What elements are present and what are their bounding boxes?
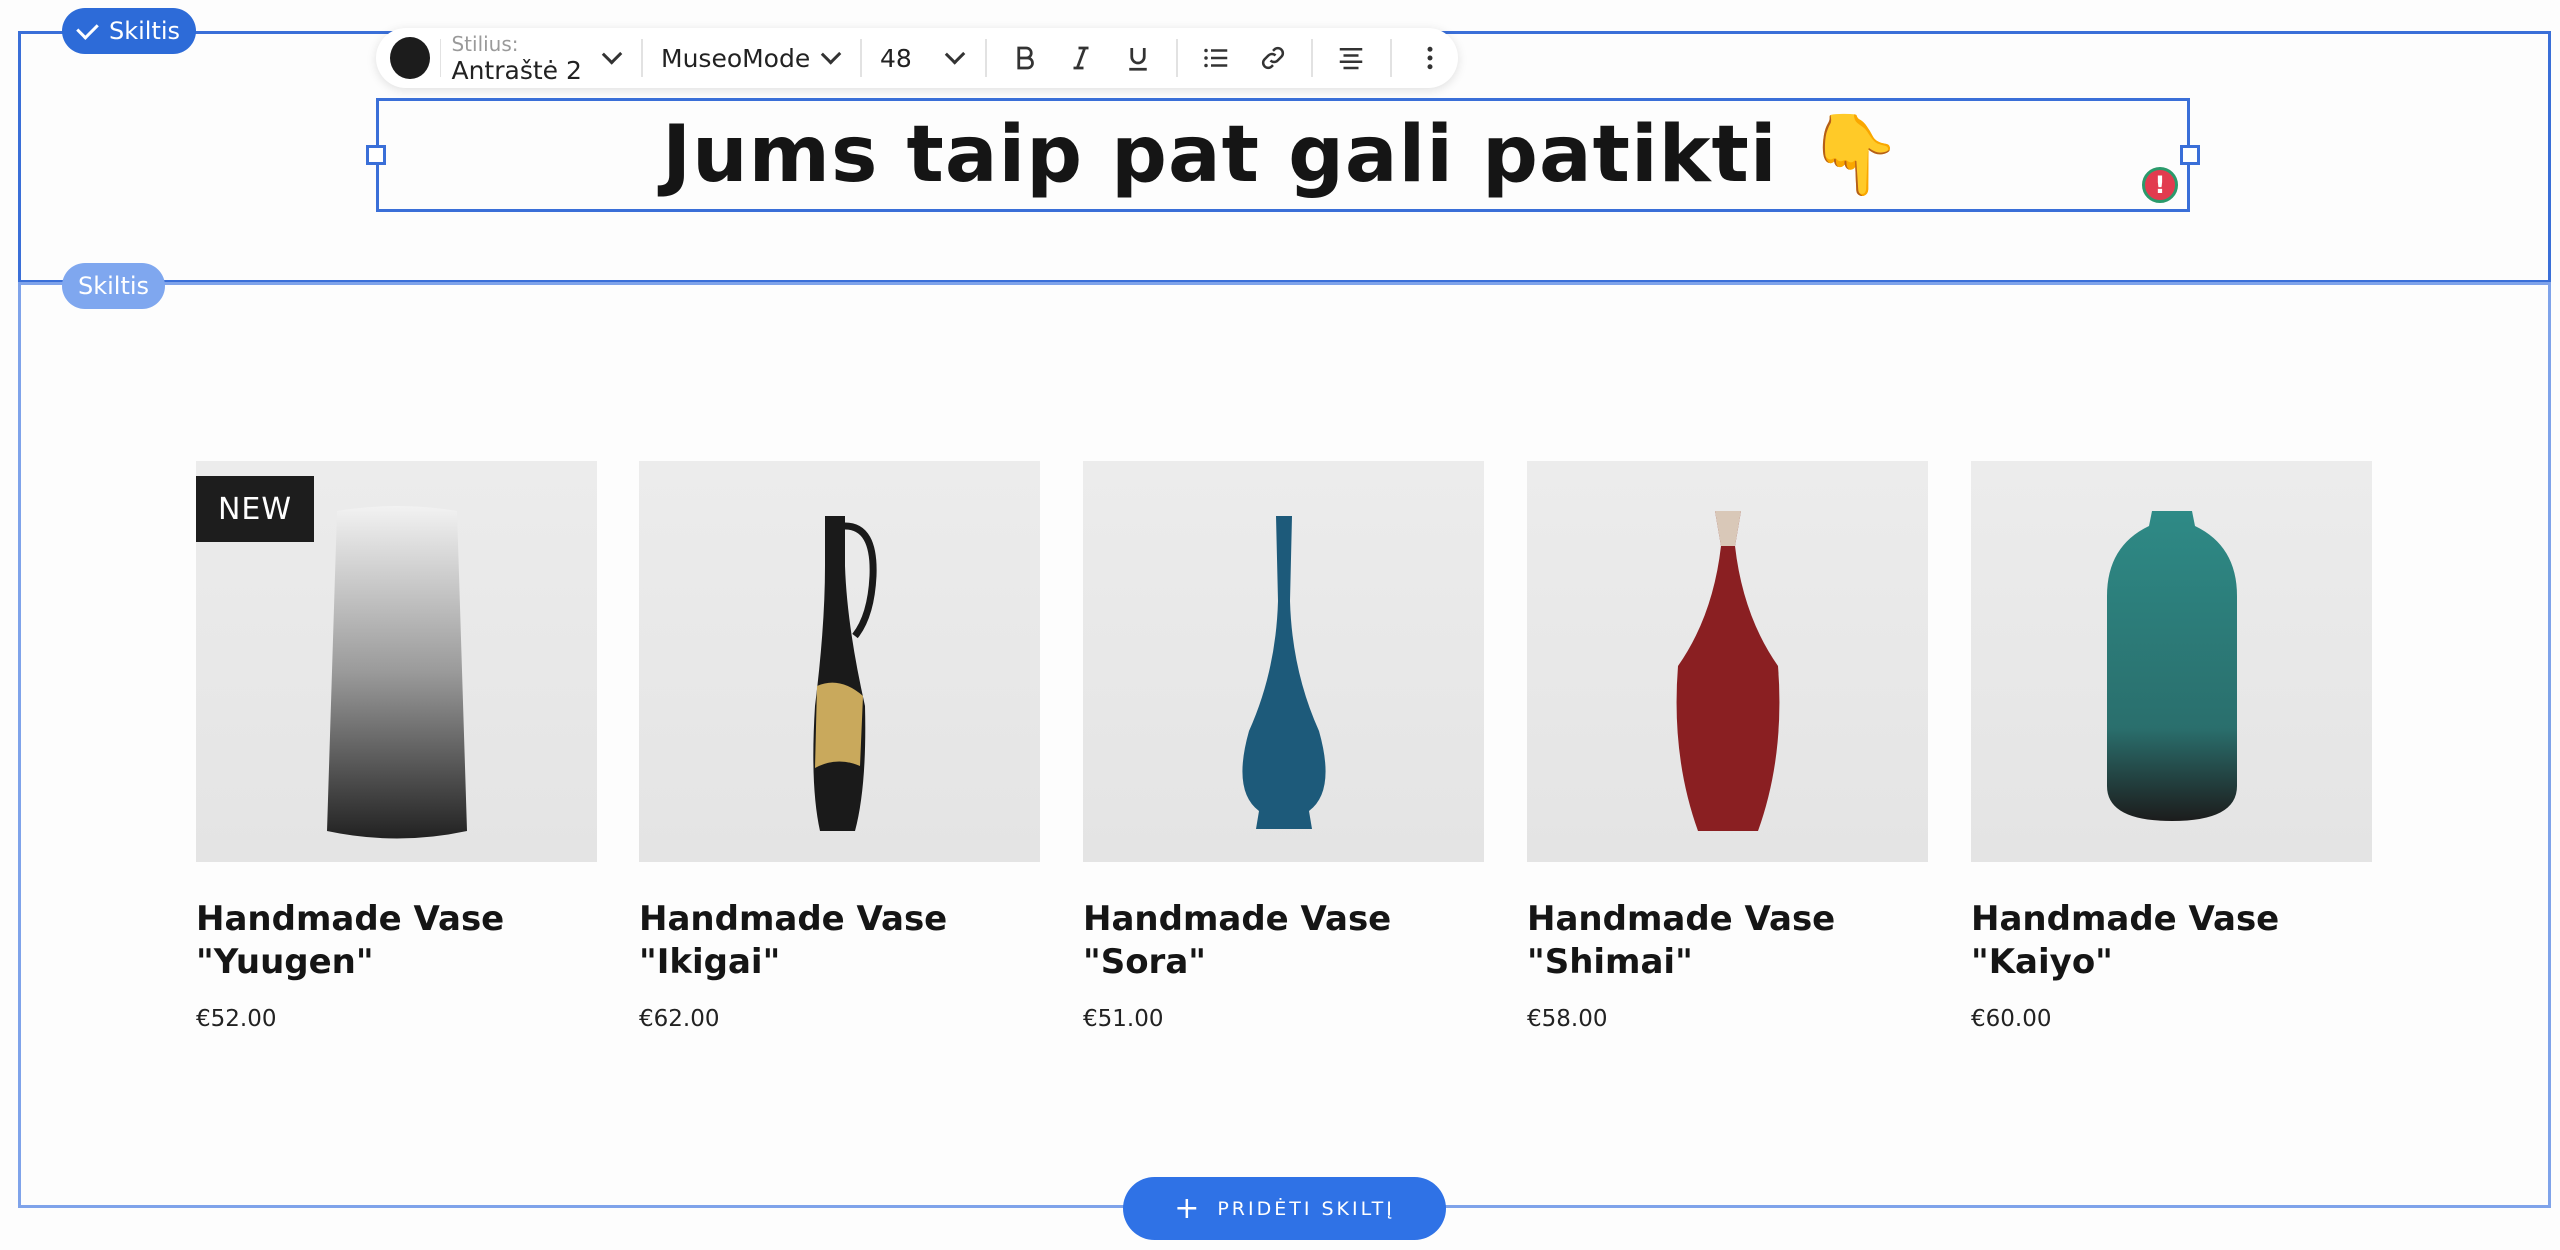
product-image[interactable]: [639, 461, 1040, 862]
product-image[interactable]: [1527, 461, 1928, 862]
new-badge: NEW: [196, 476, 314, 542]
text-color-swatch[interactable]: [390, 37, 430, 79]
product-price: €58.00: [1527, 1006, 1608, 1032]
product-card[interactable]: Handmade Vase "Shimai" €58.00: [1527, 461, 1928, 1032]
product-card[interactable]: Handmade Vase "Sora" €51.00: [1083, 461, 1484, 1032]
more-vertical-icon: [1427, 46, 1433, 70]
alert-icon[interactable]: !: [2142, 167, 2178, 203]
product-image[interactable]: [1971, 461, 2372, 862]
product-name[interactable]: Handmade Vase "Shimai": [1527, 898, 1928, 984]
toolbar-divider: [641, 39, 643, 77]
vase-illustration: [326, 506, 467, 839]
toolbar-divider: [984, 39, 987, 77]
more-options-button[interactable]: [1402, 33, 1459, 83]
font-family-select[interactable]: MuseoMode...: [661, 44, 812, 73]
product-image[interactable]: [1083, 461, 1484, 862]
bold-icon: [1017, 46, 1034, 70]
page-heading[interactable]: Jums taip pat gali patikti 👇: [662, 110, 1904, 201]
section-badge-secondary[interactable]: Skiltis: [62, 263, 166, 309]
chevron-down-icon[interactable]: [945, 43, 967, 65]
link-icon: [1261, 46, 1285, 70]
italic-button[interactable]: [1053, 33, 1110, 83]
list-icon: [1204, 48, 1228, 68]
vase-illustration: [1676, 511, 1779, 831]
product-image[interactable]: NEW: [196, 461, 597, 862]
align-button[interactable]: [1323, 33, 1380, 83]
product-price: €52.00: [196, 1006, 277, 1032]
style-select-label: Stilius:: [451, 31, 519, 56]
style-select-value: Antraštė 2: [451, 55, 582, 85]
bold-button[interactable]: [997, 33, 1054, 83]
style-select[interactable]: Stilius: Antraštė 2: [451, 34, 592, 83]
product-card[interactable]: Handmade Vase "Ikigai" €62.00: [639, 461, 1040, 1032]
toolbar-divider: [860, 39, 862, 77]
add-section-button[interactable]: + PRIDĖTI SKILTĮ: [1123, 1177, 1446, 1240]
vase-illustration: [2106, 511, 2237, 821]
font-size-select[interactable]: 48: [880, 44, 937, 73]
vase-illustration: [1241, 516, 1326, 829]
toolbar-divider: [1176, 39, 1179, 77]
chevron-down-icon[interactable]: [820, 43, 842, 65]
product-price: €62.00: [639, 1006, 720, 1032]
toolbar-divider: [1311, 39, 1314, 77]
product-name[interactable]: Handmade Vase "Ikigai": [639, 898, 1040, 984]
section-badge-label: Skiltis: [78, 272, 150, 300]
section-badge-label: Skiltis: [109, 17, 181, 45]
product-card[interactable]: NEW Handmade Vase "Yuugen" €52.00: [196, 461, 597, 1032]
vase-illustration: [812, 516, 877, 831]
resize-handle-right[interactable]: [2180, 145, 2200, 165]
product-name[interactable]: Handmade Vase "Kaiyo": [1971, 898, 2372, 984]
toolbar-divider: [1389, 39, 1392, 77]
product-price: €51.00: [1083, 1006, 1164, 1032]
underline-icon: [1129, 48, 1147, 71]
product-card[interactable]: Handmade Vase "Kaiyo" €60.00: [1971, 461, 2372, 1032]
text-format-toolbar: Stilius: Antraštė 2 MuseoMode... 48: [376, 28, 1458, 88]
product-name[interactable]: Handmade Vase "Sora": [1083, 898, 1484, 984]
link-button[interactable]: [1245, 33, 1302, 83]
heading-text: Jums taip pat gali patikti: [662, 109, 1778, 200]
italic-icon: [1073, 46, 1089, 70]
section-badge-active[interactable]: Skiltis: [62, 8, 197, 54]
check-icon: [76, 16, 99, 40]
pointing-down-emoji: 👇: [1805, 109, 1904, 200]
align-center-icon: [1340, 48, 1363, 70]
product-price: €60.00: [1971, 1006, 2052, 1032]
chevron-down-icon[interactable]: [601, 43, 623, 65]
add-section-label: PRIDĖTI SKILTĮ: [1217, 1197, 1395, 1220]
plus-icon: +: [1174, 1191, 1200, 1226]
underline-button[interactable]: [1110, 33, 1167, 83]
toolbar-divider: [439, 39, 442, 77]
list-button[interactable]: [1188, 33, 1245, 83]
resize-handle-left[interactable]: [366, 145, 386, 165]
heading-block[interactable]: Jums taip pat gali patikti 👇: [376, 98, 2190, 212]
product-name[interactable]: Handmade Vase "Yuugen": [196, 898, 597, 984]
